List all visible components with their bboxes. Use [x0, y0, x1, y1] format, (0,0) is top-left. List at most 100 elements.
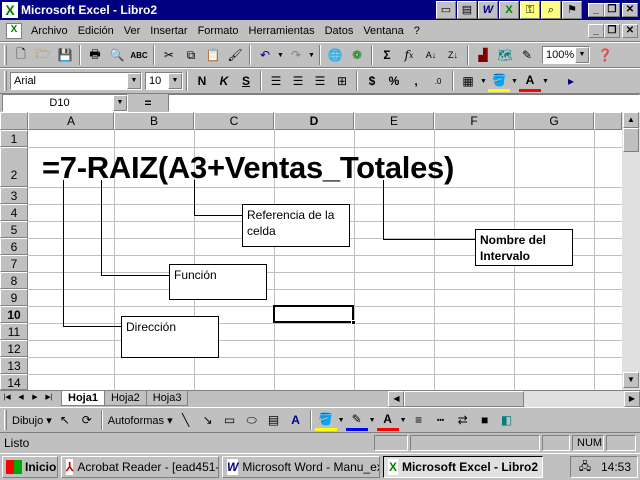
workbook-restore-button[interactable]: ❐	[604, 23, 620, 38]
format-painter-icon[interactable]: 🖌	[224, 44, 246, 66]
font-color-icon[interactable]: A	[376, 409, 399, 431]
underline-button[interactable]: S	[235, 70, 257, 92]
restore-button[interactable]: ❐	[604, 3, 620, 17]
clock[interactable]: 14:53	[601, 460, 631, 474]
row-header-6[interactable]: 6	[0, 238, 28, 255]
toolbar-grip[interactable]	[4, 71, 7, 91]
redo-icon[interactable]: ↷	[285, 44, 307, 66]
menu-datos[interactable]: Datos	[320, 25, 359, 37]
print-preview-icon[interactable]: 🔍	[106, 44, 128, 66]
font-size-select[interactable]: 10 ▼	[145, 72, 183, 90]
callout-referencia[interactable]: Referencia de la celda	[242, 204, 350, 247]
column-header-f[interactable]: F	[434, 112, 514, 130]
open-folder-icon[interactable]: 🗁	[32, 44, 54, 66]
row-header-1[interactable]: 1	[0, 130, 28, 147]
worksheet-grid[interactable]: A B C D E F G 1 2 3 4 5 6 7 8 9 10 11 12…	[0, 112, 640, 390]
menu-insertar[interactable]: Insertar	[145, 25, 192, 37]
menu-archivo[interactable]: Archivo	[26, 25, 73, 37]
fill-color-icon[interactable]: 🪣	[314, 409, 337, 431]
chart-wizard-icon[interactable]: ▟	[472, 44, 494, 66]
align-right-icon[interactable]: ☰	[309, 70, 331, 92]
font-color-dropdown-icon[interactable]: ▼	[541, 78, 550, 85]
merge-center-icon[interactable]: ⊞	[331, 70, 353, 92]
paste-icon[interactable]: 📋	[202, 44, 224, 66]
row-header-12[interactable]: 12	[0, 340, 28, 357]
workbook-minimize-button[interactable]: _	[588, 23, 604, 38]
arrow-style-icon[interactable]: ⇄	[452, 409, 474, 431]
prev-sheet-icon[interactable]: ◀	[14, 392, 28, 406]
line-icon[interactable]: ╲	[175, 409, 197, 431]
shadow-icon[interactable]: ■	[474, 409, 496, 431]
select-objects-icon[interactable]: ↖	[54, 409, 76, 431]
answer-wizard-icon[interactable]: ⚑	[562, 1, 582, 19]
vertical-scrollbar[interactable]: ▲ ▼	[622, 112, 640, 390]
column-header-g[interactable]: G	[514, 112, 594, 130]
cut-icon[interactable]: ✂	[158, 44, 180, 66]
office-notes-button[interactable]: ▤	[457, 1, 477, 19]
column-header-e[interactable]: E	[354, 112, 434, 130]
row-header-8[interactable]: 8	[0, 272, 28, 289]
next-sheet-icon[interactable]: ▶	[28, 392, 42, 406]
row-header-14[interactable]: 14	[0, 374, 28, 390]
comma-style-icon[interactable]: ,	[405, 70, 427, 92]
fill-color-dropdown-icon[interactable]: ▼	[337, 417, 346, 424]
active-cell-d10[interactable]	[273, 305, 356, 325]
office-shortcut-button[interactable]: ▭	[436, 1, 456, 19]
task-microsoft-word[interactable]: W Microsoft Word - Manu_ex...	[222, 456, 380, 478]
bold-button[interactable]: N	[191, 70, 213, 92]
scroll-up-icon[interactable]: ▲	[623, 112, 639, 128]
increase-decimal-icon[interactable]: .0	[427, 70, 449, 92]
autoformas-menu[interactable]: Autoformas ▾	[106, 414, 175, 427]
toolbar-grip[interactable]	[4, 45, 7, 65]
row-header-2[interactable]: 2	[0, 147, 28, 187]
menu-help[interactable]: ?	[409, 25, 425, 37]
horizontal-scroll-thumb[interactable]	[404, 390, 525, 407]
row-header-10[interactable]: 10	[0, 306, 28, 323]
callout-nombre-intervalo[interactable]: Nombre del Intervalo	[475, 229, 573, 266]
formula-equals-button[interactable]: =	[128, 96, 168, 110]
oval-icon[interactable]: ⬭	[241, 409, 263, 431]
horizontal-scrollbar[interactable]: ◀ ▶	[388, 390, 640, 407]
callout-funcion[interactable]: Función	[169, 264, 267, 300]
undo-dropdown-icon[interactable]: ▼	[276, 52, 285, 59]
scroll-left-icon[interactable]: ◀	[388, 390, 405, 407]
menu-ventana[interactable]: Ventana	[358, 25, 408, 37]
row-header-13[interactable]: 13	[0, 357, 28, 374]
row-header-5[interactable]: 5	[0, 221, 28, 238]
excel-shortcut-icon[interactable]: X	[499, 1, 519, 19]
map-icon[interactable]: 🗺	[494, 44, 516, 66]
font-select[interactable]: Arial ▼	[10, 72, 142, 90]
menu-ver[interactable]: Ver	[119, 25, 146, 37]
row-header-7[interactable]: 7	[0, 255, 28, 272]
cell-a2-formula[interactable]: =7-RAIZ(A3+Ventas_Totales)	[42, 150, 454, 186]
borders-icon[interactable]: ▦	[457, 70, 479, 92]
currency-button[interactable]: $	[361, 70, 383, 92]
save-icon[interactable]: 💾	[54, 44, 76, 66]
row-header-9[interactable]: 9	[0, 289, 28, 306]
fill-color-dropdown-icon[interactable]: ▼	[510, 78, 519, 85]
sheet-tab-hoja3[interactable]: Hoja3	[145, 391, 189, 406]
chevron-down-icon[interactable]: ▼	[168, 73, 182, 89]
undo-icon[interactable]: ↶	[254, 44, 276, 66]
drawing-toggle-icon[interactable]: ✎	[516, 44, 538, 66]
start-button[interactable]: Inicio	[2, 456, 58, 478]
arrow-icon[interactable]: ↘	[197, 409, 219, 431]
function-wizard-icon[interactable]: fx	[398, 44, 420, 66]
scroll-right-icon[interactable]: ▶	[624, 390, 640, 407]
wordart-icon[interactable]: A	[285, 409, 307, 431]
line-style-icon[interactable]: ≡	[408, 409, 430, 431]
last-sheet-icon[interactable]: ▶|	[42, 392, 56, 406]
copy-icon[interactable]: ⧉	[180, 44, 202, 66]
percent-button[interactable]: %	[383, 70, 405, 92]
row-header-4[interactable]: 4	[0, 204, 28, 221]
text-box-icon[interactable]: ▤	[263, 409, 285, 431]
more-buttons-icon[interactable]: ▸	[560, 70, 582, 92]
print-icon[interactable]: 🖶	[84, 44, 106, 66]
italic-button[interactable]: K	[213, 70, 235, 92]
new-document-icon[interactable]: 🗋	[10, 44, 32, 66]
first-sheet-icon[interactable]: |◀	[0, 392, 14, 406]
menu-formato[interactable]: Formato	[193, 25, 244, 37]
task-microsoft-excel[interactable]: X Microsoft Excel - Libro2	[383, 456, 543, 478]
menu-edicion[interactable]: Edición	[73, 25, 119, 37]
rectangle-icon[interactable]: ▭	[219, 409, 241, 431]
